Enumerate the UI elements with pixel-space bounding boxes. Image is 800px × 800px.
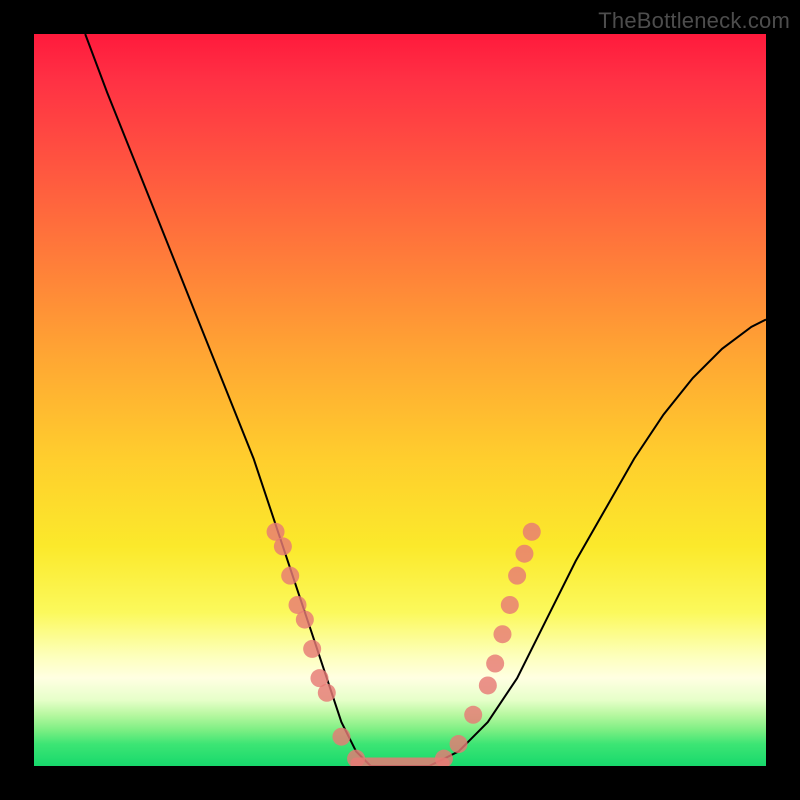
- datapoint-dot: [281, 567, 299, 585]
- plot-area: [34, 34, 766, 766]
- chart-frame: TheBottleneck.com: [0, 0, 800, 800]
- datapoint-dot: [493, 625, 511, 643]
- datapoint-dot: [274, 537, 292, 555]
- datapoint-dot: [332, 728, 350, 746]
- datapoint-dot: [318, 684, 336, 702]
- datapoint-dot: [479, 676, 497, 694]
- datapoint-dot: [523, 523, 541, 541]
- datapoint-dot: [486, 655, 504, 673]
- bottleneck-curve: [85, 34, 766, 766]
- curve-svg: [34, 34, 766, 766]
- datapoint-dot: [435, 750, 453, 766]
- datapoint-dot: [296, 611, 314, 629]
- right-datapoint-cluster: [435, 523, 541, 766]
- watermark-text: TheBottleneck.com: [598, 8, 790, 34]
- datapoint-dot: [515, 545, 533, 563]
- datapoint-dot: [508, 567, 526, 585]
- datapoint-dot: [303, 640, 321, 658]
- datapoint-dot: [501, 596, 519, 614]
- left-datapoint-cluster: [267, 523, 366, 766]
- datapoint-dot: [347, 750, 365, 766]
- datapoint-dot: [450, 735, 468, 753]
- datapoint-dot: [464, 706, 482, 724]
